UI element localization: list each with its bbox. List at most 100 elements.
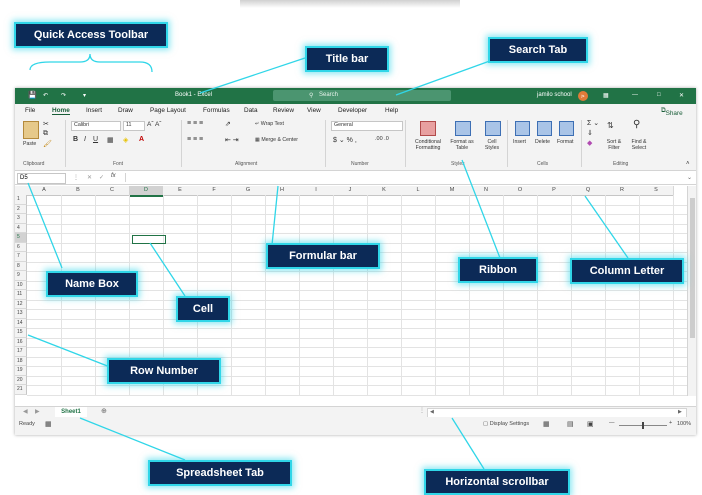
left-align-icon[interactable]: ≡ ≡ ≡ (187, 136, 203, 143)
font-color-icon[interactable]: A (139, 136, 144, 143)
cancel-icon[interactable]: ✕ (87, 174, 92, 181)
vertical-scrollbar[interactable] (687, 186, 696, 396)
ribbon-display-icon[interactable]: ▦ (603, 92, 609, 99)
top-align-icon[interactable]: ≡ ≡ ≡ (187, 120, 203, 127)
row-header-7[interactable]: 7 (15, 252, 27, 262)
tab-data[interactable]: Data (244, 107, 258, 114)
tab-file[interactable]: File (25, 107, 35, 114)
row-header-6[interactable]: 6 (15, 242, 27, 252)
user-name[interactable]: jamilo school (537, 92, 572, 98)
paste-icon[interactable] (23, 121, 39, 139)
sort-filter-icon[interactable]: ⇅ (607, 121, 614, 130)
column-header-d[interactable]: D (129, 186, 164, 197)
scroll-left-icon[interactable]: ◀ (430, 409, 434, 415)
row-header-14[interactable]: 14 (15, 318, 27, 328)
row-header-10[interactable]: 10 (15, 280, 27, 290)
tab-insert[interactable]: Insert (86, 107, 102, 114)
tab-formulas[interactable]: Formulas (203, 107, 230, 114)
collapse-ribbon-icon[interactable]: ˄ (686, 161, 690, 167)
row-header-19[interactable]: 19 (15, 366, 27, 376)
conditional-formatting-icon[interactable] (420, 121, 436, 136)
customize-toolbar-icon[interactable]: ▾ (83, 92, 86, 99)
row-header-12[interactable]: 12 (15, 299, 27, 309)
close-icon[interactable]: ✕ (679, 92, 684, 99)
borders-icon[interactable]: ▦ (107, 136, 114, 144)
column-header-a[interactable]: A (27, 186, 62, 196)
column-header-c[interactable]: C (95, 186, 130, 196)
row-header-8[interactable]: 8 (15, 261, 27, 271)
delete-label[interactable]: Delete (535, 139, 550, 145)
row-header-5[interactable]: 5 (15, 233, 27, 243)
maximize-icon[interactable]: □ (657, 92, 661, 98)
column-header-i[interactable]: I (299, 186, 334, 196)
column-header-b[interactable]: B (61, 186, 96, 196)
expand-formula-icon[interactable]: ⌄ (687, 174, 692, 181)
zoom-slider-thumb[interactable] (642, 422, 644, 429)
clear-icon[interactable]: ◆ (587, 139, 592, 147)
column-header-h[interactable]: H (265, 186, 300, 196)
font-name-dropdown[interactable]: Calibri (71, 121, 121, 131)
scroll-right-icon[interactable]: ▶ (678, 409, 682, 415)
grow-font-icon[interactable]: Aˆ Aˇ (147, 121, 161, 128)
decimal-icon[interactable]: .00 .0 (375, 136, 389, 142)
format-as-table-icon[interactable] (455, 121, 471, 136)
row-header-15[interactable]: 15 (15, 328, 27, 338)
indent-icon[interactable]: ⇤ ⇥ (225, 136, 239, 144)
minimize-icon[interactable]: — (632, 92, 638, 98)
row-header-11[interactable]: 11 (15, 290, 27, 300)
insert-label[interactable]: Insert (513, 139, 526, 145)
cell-styles-icon[interactable] (485, 121, 501, 136)
sort-filter-label[interactable]: Sort & Filter (603, 139, 625, 151)
row-header-13[interactable]: 13 (15, 309, 27, 319)
column-header-g[interactable]: G (231, 186, 266, 196)
new-sheet-icon[interactable]: ⊕ (101, 407, 107, 415)
row-header-18[interactable]: 18 (15, 356, 27, 366)
active-cell-d5[interactable] (132, 235, 166, 244)
search-box[interactable]: ⚲ Search (273, 90, 451, 101)
row-header-4[interactable]: 4 (15, 223, 27, 233)
paste-label[interactable]: Paste (23, 141, 36, 147)
tab-home[interactable]: Home (52, 107, 70, 115)
merge-center-button[interactable]: ▦ Merge & Center (255, 137, 298, 143)
find-select-label[interactable]: Find & Select (627, 139, 651, 151)
copy-icon[interactable]: ⧉ (43, 130, 48, 138)
row-header-16[interactable]: 16 (15, 337, 27, 347)
format-cells-icon[interactable] (559, 121, 574, 136)
fill-icon[interactable]: ⇓ (587, 129, 593, 137)
wrap-text-button[interactable]: ↵ Wrap Text (255, 121, 284, 127)
conditional-formatting-label[interactable]: Conditional Formatting (411, 139, 445, 151)
undo-icon[interactable]: ↶ (43, 92, 48, 99)
font-size-dropdown[interactable]: 11 (123, 121, 145, 131)
zoom-level[interactable]: 100% (677, 421, 691, 427)
cut-icon[interactable]: ✂ (43, 120, 49, 128)
page-layout-view-icon[interactable]: ▤ (567, 420, 574, 428)
prev-sheet-icon[interactable]: ◀ (23, 408, 28, 415)
name-box[interactable]: D5 (17, 173, 66, 184)
formula-options-icon[interactable]: ⋮ (73, 174, 79, 181)
macro-record-icon[interactable]: ▦ (45, 420, 52, 428)
page-break-view-icon[interactable]: ▣ (587, 420, 594, 428)
save-icon[interactable]: 💾 (28, 91, 37, 99)
next-sheet-icon[interactable]: ▶ (35, 408, 40, 415)
orientation-icon[interactable]: ⇗ (225, 120, 231, 128)
row-header-9[interactable]: 9 (15, 271, 27, 281)
italic-icon[interactable]: I (84, 136, 86, 143)
tab-review[interactable]: Review (273, 107, 294, 114)
zoom-in-icon[interactable]: + (669, 420, 672, 426)
normal-view-icon[interactable]: ▦ (543, 420, 550, 428)
share-button[interactable]: ⧉ Share (661, 107, 683, 117)
zoom-out-icon[interactable]: — (609, 420, 615, 426)
cell-styles-label[interactable]: Cell Styles (481, 139, 503, 151)
row-header-21[interactable]: 21 (15, 385, 27, 395)
column-header-e[interactable]: E (163, 186, 198, 196)
tab-page-layout[interactable]: Page Layout (150, 107, 186, 114)
column-header-q[interactable]: Q (571, 186, 606, 196)
row-header-20[interactable]: 20 (15, 375, 27, 385)
column-header-j[interactable]: J (333, 186, 368, 196)
redo-icon[interactable]: ↷ (61, 92, 66, 99)
accounting-icon[interactable]: $ ⌄ % , (333, 136, 357, 144)
insert-cells-icon[interactable] (515, 121, 530, 136)
column-header-k[interactable]: K (367, 186, 402, 196)
row-header-1[interactable]: 1 (15, 195, 27, 205)
number-format-dropdown[interactable]: General (331, 121, 403, 131)
